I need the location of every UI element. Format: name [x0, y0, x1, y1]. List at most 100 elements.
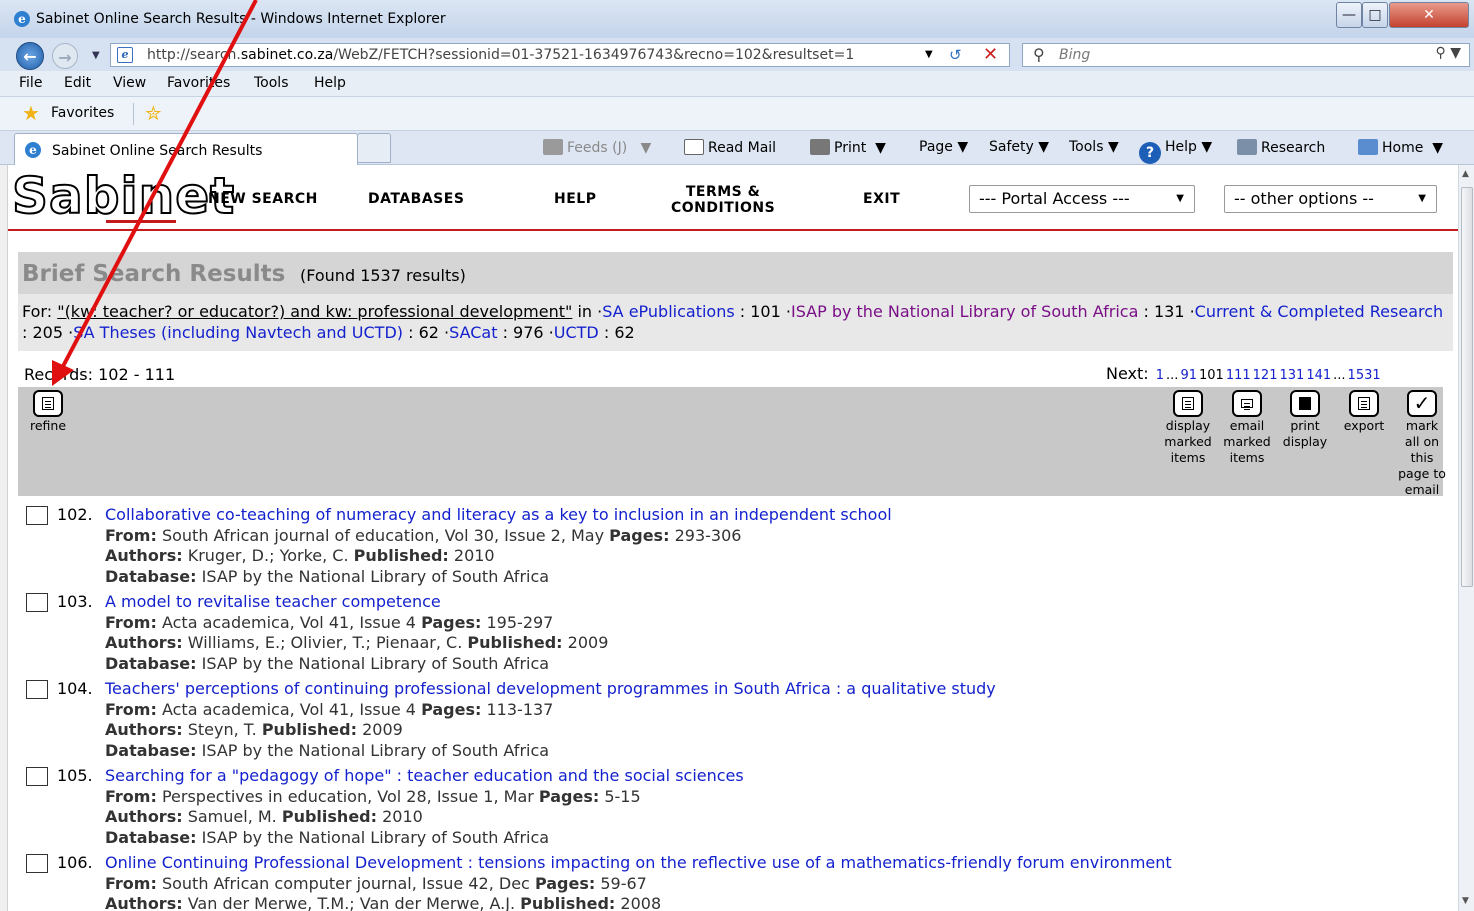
url-text: http://search.sabinet.co.za/WebZ/FETCH?s… [147, 47, 855, 63]
refine-icon [33, 390, 63, 417]
pager-ellipsis: ... [1333, 368, 1346, 383]
menu-edit[interactable]: Edit [64, 75, 91, 91]
nav-terms-conditions[interactable]: TERMS & CONDITIONS [671, 184, 775, 216]
result-title-link[interactable]: Collaborative co-teaching of numeracy an… [105, 505, 1445, 526]
history-dropdown-icon[interactable]: ▼ [92, 50, 100, 61]
menu-tools[interactable]: Tools [254, 75, 289, 91]
favorites-button[interactable]: Favorites [51, 105, 114, 121]
url-field[interactable]: e http://search.sabinet.co.za/WebZ/FETCH… [110, 43, 1010, 67]
scrollbar-thumb[interactable] [1461, 187, 1473, 587]
results-toolbar: refine display marked items email marked ite… [18, 387, 1446, 497]
source-link[interactable]: SA Theses (including Navtech and UCTD) [73, 323, 403, 342]
search-input[interactable]: ⚲ Bing ⚲ ▼ [1022, 43, 1470, 67]
source-count: : 131 [1138, 302, 1185, 321]
address-bar: ← → ▼ e http://search.sabinet.co.za/WebZ… [0, 38, 1474, 71]
export-button[interactable]: export [1334, 390, 1394, 434]
mail-icon [684, 139, 704, 155]
tab-ie-icon: e [25, 142, 41, 158]
nav-exit[interactable]: EXIT [863, 191, 900, 207]
safety-menu-button[interactable]: Safety ▼ [989, 139, 1049, 155]
scroll-down-icon[interactable]: ▼ [1462, 896, 1469, 906]
stop-icon[interactable]: ✕ [983, 44, 998, 65]
menu-help[interactable]: Help [314, 75, 346, 91]
minimize-button[interactable]: — [1336, 2, 1362, 28]
nav-databases[interactable]: DATABASES [368, 191, 464, 207]
result-authors: Authors: Steyn, T. Published: 2009 [105, 720, 403, 739]
source-link[interactable]: SACat [449, 323, 497, 342]
maximize-button[interactable]: □ [1362, 2, 1388, 28]
result-authors: Authors: Williams, E.; Olivier, T.; Pien… [105, 633, 609, 652]
vertical-scrollbar[interactable]: ▲ ▼ [1458, 165, 1474, 911]
pager-page-link[interactable]: 91 [1180, 368, 1197, 383]
header-divider [8, 229, 1458, 231]
new-tab-button[interactable] [357, 133, 391, 163]
nav-help[interactable]: HELP [554, 191, 596, 207]
pager-page-link[interactable]: 1 [1156, 368, 1164, 383]
refresh-icon[interactable]: ↺ [949, 46, 962, 64]
scroll-up-icon[interactable]: ▲ [1462, 169, 1469, 179]
mark-all-button[interactable]: ✓ mark all on this page to email [1392, 390, 1452, 498]
search-go-icon[interactable]: ⚲ ▼ [1436, 45, 1461, 61]
print-button[interactable]: Print ▼ [810, 139, 886, 156]
page-menu-button[interactable]: Page ▼ [919, 139, 968, 155]
other-options-select[interactable]: -- other options -- ▼ [1224, 185, 1437, 213]
source-link[interactable]: ISAP by the National Library of South Af… [791, 302, 1138, 321]
pager-page-link[interactable]: 121 [1253, 368, 1278, 383]
read-mail-button[interactable]: Read Mail [684, 139, 776, 156]
print-display-button[interactable]: print display [1275, 390, 1335, 450]
result-source: From: Acta academica, Vol 41, Issue 4 Pa… [105, 612, 554, 632]
pager-page-link[interactable]: 131 [1279, 368, 1304, 383]
display-marked-items-button[interactable]: display marked items [1158, 390, 1218, 466]
query-link[interactable]: "(kw: teacher? or educator?) and kw: pro… [57, 302, 572, 321]
result-title-link[interactable]: Searching for a "pedagogy of hope" : tea… [105, 766, 1445, 787]
feeds-button[interactable]: Feeds (J) ▼ [543, 139, 651, 156]
nav-new-search[interactable]: NEW SEARCH [208, 191, 318, 207]
url-dropdown-icon[interactable]: ▼ [925, 49, 933, 60]
pager-page-link[interactable]: 141 [1306, 368, 1331, 383]
help-menu-button[interactable]: ? Help ▼ [1139, 139, 1212, 164]
close-button[interactable]: ✕ [1389, 2, 1469, 28]
add-favorite-icon[interactable]: ✮ [145, 101, 162, 125]
tab-sabinet-results[interactable]: e Sabinet Online Search Results [14, 133, 358, 165]
result-checkbox[interactable] [26, 506, 48, 525]
chevron-down-icon: ▼ [1418, 193, 1426, 204]
source-link[interactable]: UCTD [554, 323, 599, 342]
result-checkbox[interactable] [26, 854, 48, 873]
back-button[interactable]: ← [16, 42, 44, 70]
source-link[interactable]: Current & Completed Research [1195, 302, 1443, 321]
window-left-edge [0, 165, 8, 911]
result-checkbox[interactable] [26, 767, 48, 786]
email-icon [1232, 390, 1262, 417]
result-title-link[interactable]: Teachers' perceptions of continuing prof… [105, 679, 1445, 700]
portal-access-select[interactable]: --- Portal Access --- ▼ [969, 185, 1195, 213]
sabinet-logo[interactable]: Sabinet [11, 167, 235, 226]
source-link[interactable]: SA ePublications [602, 302, 734, 321]
pagination: Next: 1... 91 101 111 121 131 141... 1531 [1106, 364, 1381, 383]
page-title: Brief Search Results [22, 261, 286, 287]
source-count: : 976 [497, 323, 544, 342]
source-count: : 62 [403, 323, 439, 342]
result-checkbox[interactable] [26, 593, 48, 612]
result-authors: Authors: Samuel, M. Published: 2010 [105, 807, 423, 826]
source-count: : 205 [22, 323, 64, 342]
result-title-link[interactable]: A model to revitalise teacher competence [105, 592, 1445, 613]
result-checkbox[interactable] [26, 680, 48, 699]
tools-menu-button[interactable]: Tools ▼ [1069, 139, 1119, 155]
favorites-star-icon[interactable]: ★ [22, 101, 40, 125]
feeds-icon [543, 139, 563, 155]
home-button[interactable]: Home ▼ [1358, 139, 1443, 156]
result-number: 102. [57, 505, 93, 524]
result-title-link[interactable]: Online Continuing Professional Developme… [105, 853, 1445, 874]
forward-button[interactable]: → [52, 43, 78, 69]
research-button[interactable]: Research [1237, 139, 1325, 156]
menu-favorites[interactable]: Favorites [167, 75, 230, 91]
result-database: Database: ISAP by the National Library o… [105, 653, 550, 673]
menu-view[interactable]: View [113, 75, 146, 91]
email-marked-items-button[interactable]: email marked items [1217, 390, 1277, 466]
refine-button[interactable]: refine [18, 390, 78, 434]
pager-page-link[interactable]: 111 [1226, 368, 1251, 383]
page-icon: e [117, 47, 133, 63]
menu-file[interactable]: File [19, 75, 42, 91]
pager-page-link[interactable]: 1531 [1348, 368, 1381, 383]
source-separator: · [63, 323, 74, 342]
